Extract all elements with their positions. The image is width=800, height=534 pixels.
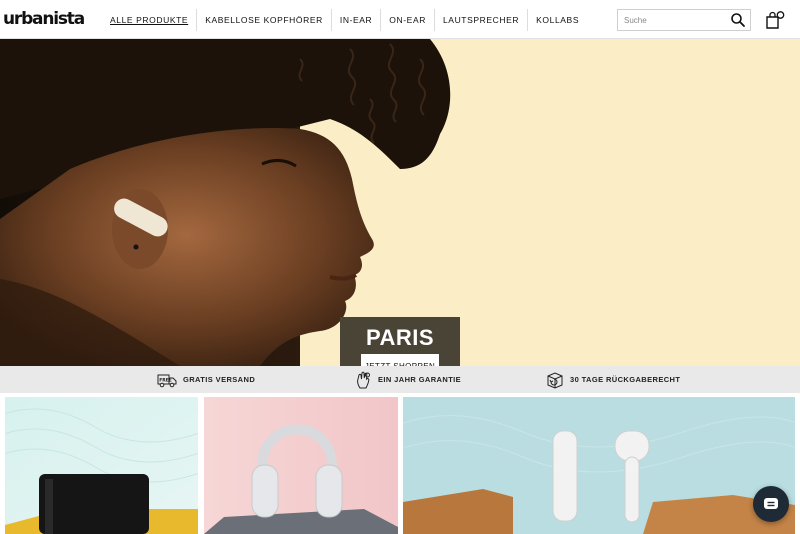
speaker-image	[5, 397, 198, 534]
hero-title: PARIS	[365, 325, 435, 350]
product-tile-speaker[interactable]	[5, 397, 198, 534]
headphones-image	[204, 397, 398, 534]
search-icon[interactable]	[730, 12, 746, 28]
brand-logo[interactable]: urbanista	[3, 9, 85, 29]
usp-label-shipping: GRATIS VERSAND	[183, 375, 256, 384]
earbuds-image	[403, 397, 795, 534]
hero-promo-panel: PARIS JETZT SHOPPEN	[340, 317, 460, 366]
usp-warranty: EIN JAHR GARANTIE	[356, 366, 461, 393]
return-box-icon	[547, 371, 563, 389]
free-label: FREE	[159, 377, 172, 383]
shop-now-button[interactable]: JETZT SHOPPEN	[361, 354, 439, 366]
hero-banner: PARIS JETZT SHOPPEN	[0, 39, 800, 366]
free-shipping-truck-icon: FREE	[157, 374, 177, 387]
nav-item-alle-produkte[interactable]: ALLE PRODUKTE	[102, 9, 196, 31]
chat-button[interactable]	[753, 486, 789, 522]
usp-returns: 30 TAGE RÜCKGABERECHT	[546, 366, 680, 393]
usp-bar: FREE GRATIS VERSAND EIN JAHR GARANTIE 30…	[0, 366, 800, 393]
main-nav: ALLE PRODUKTE KABELLOSE KOPFHÖRER IN-EAR…	[102, 9, 587, 31]
search-input[interactable]	[618, 10, 728, 30]
chat-icon	[764, 498, 778, 509]
nav-item-in-ear[interactable]: IN-EAR	[330, 9, 380, 31]
search-box	[617, 9, 751, 31]
usp-label-returns: 30 TAGE RÜCKGABERECHT	[570, 375, 681, 384]
product-tile-headphones[interactable]	[204, 397, 398, 534]
usp-label-warranty: EIN JAHR GARANTIE	[378, 375, 462, 384]
product-tile-earbuds[interactable]	[403, 397, 795, 534]
hand-ok-icon	[357, 371, 370, 388]
nav-item-on-ear[interactable]: ON-EAR	[380, 9, 434, 31]
shopping-bag-icon[interactable]	[765, 10, 785, 30]
site-header: urbanista ALLE PRODUKTE KABELLOSE KOPFHÖ…	[0, 0, 800, 39]
nav-item-kabellose-kopfhoerer[interactable]: KABELLOSE KOPFHÖRER	[196, 9, 331, 31]
nav-item-kollabs[interactable]: KOLLABS	[527, 9, 587, 31]
nav-item-lautsprecher[interactable]: LAUTSPRECHER	[433, 9, 527, 31]
usp-free-shipping: FREE GRATIS VERSAND	[157, 366, 255, 393]
